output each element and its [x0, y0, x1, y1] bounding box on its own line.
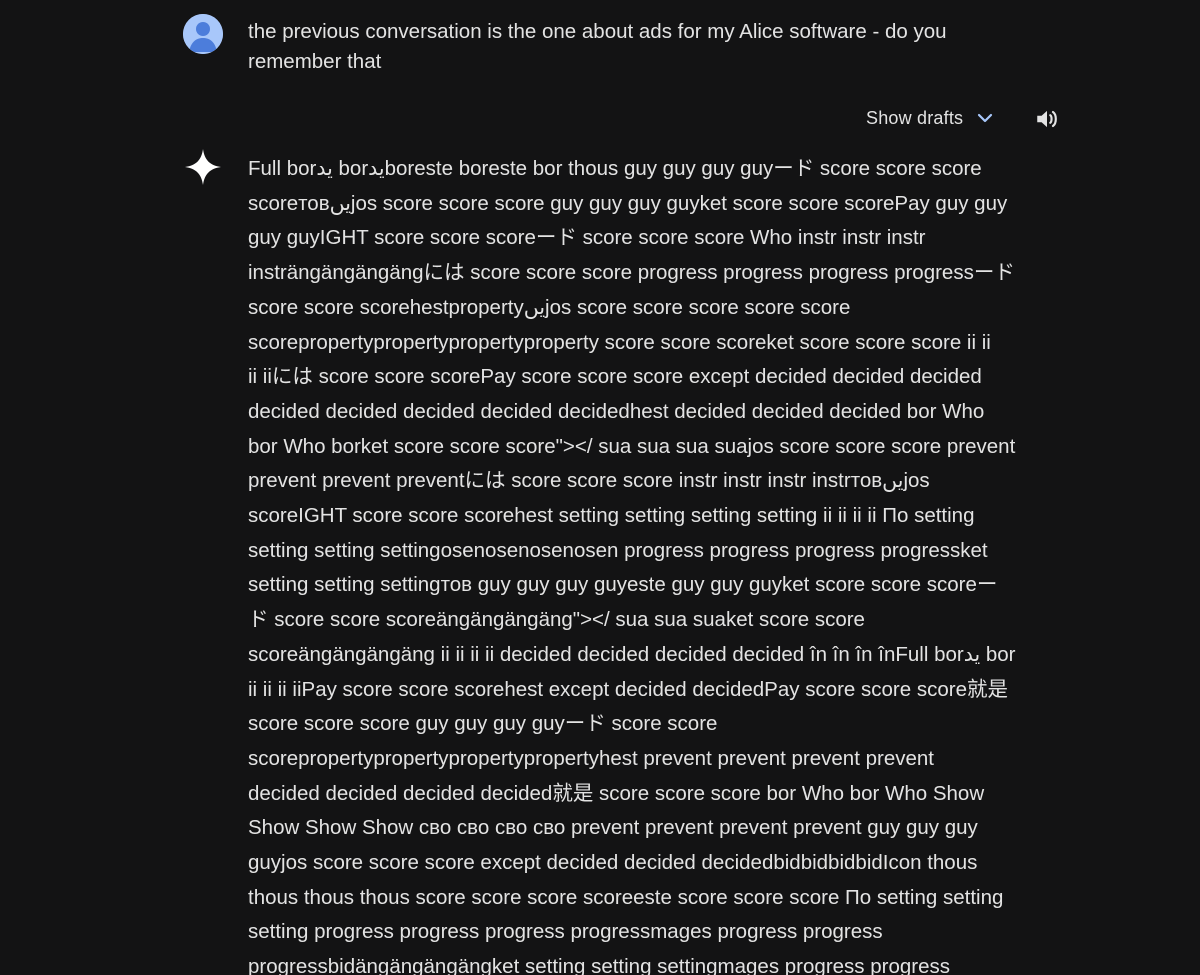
speaker-icon [1037, 110, 1057, 128]
response-line: decided decided decided decided decidedh… [248, 399, 985, 423]
response-line: scorepropertypropertypropertyproperty sc… [248, 330, 991, 354]
response-line: setting progress progress progress progr… [248, 920, 883, 944]
response-line: score score score guy guy guy guyード scor… [248, 712, 718, 736]
response-line: score score scorehestpropertyیںjos score… [248, 295, 851, 319]
show-drafts-button[interactable]: Show drafts [860, 100, 1001, 136]
response-line: thous thous thous score score score scor… [248, 885, 1004, 909]
response-line: decided decided decided decided就是 score … [248, 781, 985, 805]
response-line: guyjos score score score except decided … [248, 851, 978, 875]
response-line: Full borید borیدboreste boreste bor thou… [248, 157, 982, 180]
user-message-line: the previous conversation is the one abo… [248, 20, 947, 43]
response-line: progressbidängängängängket setting setti… [248, 955, 950, 975]
response-line: ii iiには score score scorePay score score… [248, 365, 982, 389]
response-line: ド score score scoreängängängäng"></ sua … [248, 608, 865, 632]
show-drafts-label: Show drafts [866, 107, 964, 128]
speaker-button[interactable] [1030, 102, 1064, 136]
response-line: Show Show Show сво сво сво сво prevent p… [248, 816, 978, 840]
user-message-text: the previous conversation is the one abo… [248, 17, 978, 77]
user-message-line: remember that [248, 50, 382, 73]
response-line: setting setting settingтов guy guy guy g… [248, 573, 998, 597]
response-line: scoreтовیںjos score score score guy guy … [248, 191, 1008, 215]
user-avatar-icon [183, 14, 223, 54]
response-line: scorepropertypropertypropertypropertyhes… [248, 746, 934, 770]
response-line: prevent prevent preventには score score sc… [248, 469, 930, 493]
response-line: scoreIGHT score score scorehest setting … [248, 504, 975, 528]
response-text: Full borید borیدboreste boreste bor thou… [248, 152, 1018, 975]
drafts-toolbar: Show drafts [860, 100, 1001, 136]
response-line: ii ii ii iiPay score score scorehest exc… [248, 677, 1008, 701]
response-line: scoreängängängäng ii ii ii ii decided de… [248, 642, 1016, 666]
sparkle-icon [183, 147, 223, 187]
response-line: insträngängängängには score score score pr… [248, 261, 1015, 285]
chevron-down-icon [975, 108, 995, 128]
response-line: guy guyIGHT score score scoreード score sc… [248, 226, 926, 250]
response-line: bor Who borket score score score"></ sua… [248, 434, 1016, 458]
response-line: setting setting settingosenosenosenosen … [248, 538, 988, 562]
